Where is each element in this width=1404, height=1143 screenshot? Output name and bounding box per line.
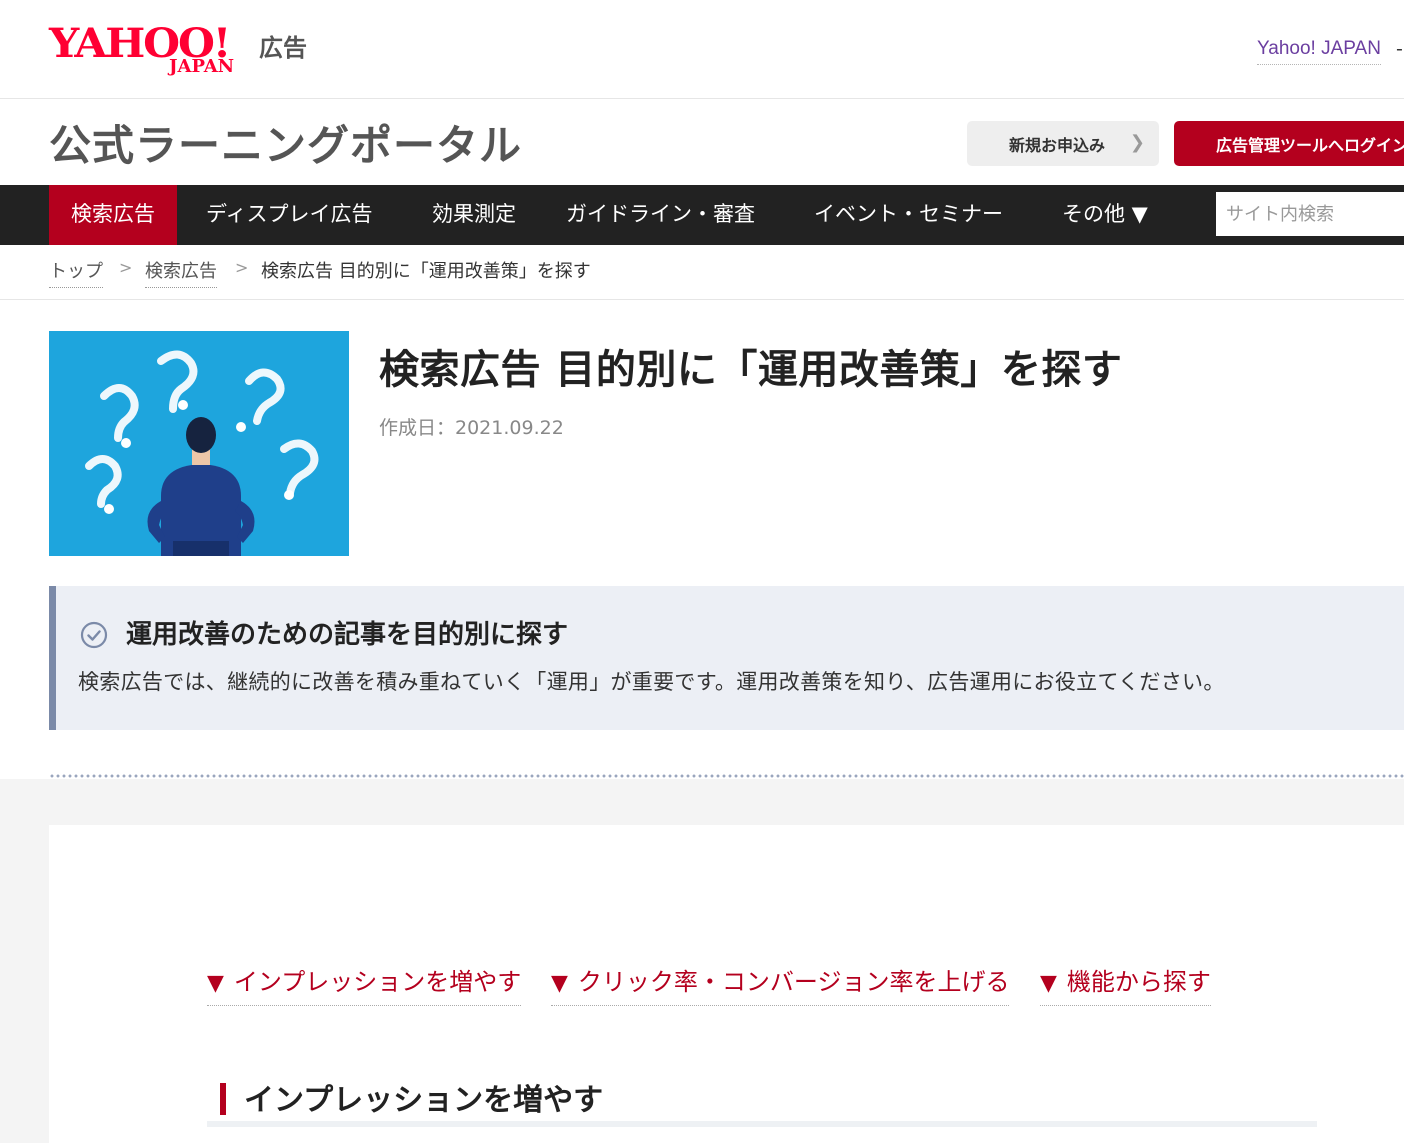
nav-item-events[interactable]: イベント・セミナー [792,185,1025,245]
site-search-input[interactable] [1216,192,1404,236]
section-accent-bar [220,1083,226,1115]
nav-item-search-ads[interactable]: 検索広告 [49,185,177,245]
triangle-down-icon: ▼ [1040,971,1057,996]
anchor-label: 機能から探す [1066,968,1211,996]
anchor-link-ctr-cvr[interactable]: ▼ クリック率・コンバージョン率を上げる [551,962,1010,1006]
logo-japan: JAPAN [169,56,235,77]
info-description: 検索広告では、継続的に改善を積み重ねていく「運用」が重要です。運用改善策を知り、… [78,670,1225,694]
page-title: 検索広告 目的別に「運用改善策」を探す [379,347,1123,393]
nav-item-display-ads[interactable]: ディスプレイ広告 [184,185,395,245]
breadcrumb-current: 検索広告 目的別に「運用改善策」を探す [261,261,591,282]
section-title: インプレッションを増やす [244,1083,604,1118]
anchor-label: クリック率・コンバージョン率を上げる [577,968,1010,996]
yahoo-ads-logo[interactable]: YAHOO! JAPAN 広告 [49,22,319,82]
portal-title[interactable]: 公式ラーニングポータル [49,112,522,173]
header-separator: - [1396,38,1403,60]
login-button[interactable]: 広告管理ツールへログイン [1174,121,1404,166]
created-date: 作成日：2021.09.22 [379,417,564,439]
triangle-down-icon: ▼ [207,971,224,996]
chevron-right-icon: ❯ [1129,132,1145,153]
nav-item-measurement[interactable]: 効果測定 [410,185,538,245]
nav-item-guidelines[interactable]: ガイドライン・審査 [544,185,777,245]
apply-button[interactable]: 新規お申込み ❯ [967,121,1159,166]
login-button-label: 広告管理ツールへログイン [1216,135,1404,155]
section-heading: インプレッションを増やす [207,1075,1317,1127]
breadcrumb-search-ads[interactable]: 検索広告 [145,257,217,288]
apply-button-label: 新規お申込み [1009,135,1106,155]
top-bar: YAHOO! JAPAN 広告 Yahoo! JAPAN - [0,0,1404,99]
divider [0,299,1404,300]
dotted-divider [49,774,1404,778]
hero-image [49,331,349,556]
triangle-down-icon: ▼ [551,971,568,996]
info-title: 運用改善のための記事を目的別に探す [126,620,569,650]
anchor-link-features[interactable]: ▼ 機能から探す [1040,962,1211,1006]
logo-ad-label: 広告 [259,34,307,62]
anchor-label: インプレッションを増やす [233,968,522,996]
global-nav: 検索広告 ディスプレイ広告 効果測定 ガイドライン・審査 イベント・セミナー そ… [0,185,1404,245]
section-underline [207,1121,1317,1127]
anchor-link-impressions[interactable]: ▼ インプレッションを増やす [207,962,522,1006]
yahoo-japan-link[interactable]: Yahoo! JAPAN [1257,38,1381,65]
breadcrumb-separator: > [235,258,249,277]
breadcrumb-separator: > [119,258,133,277]
info-box: 運用改善のための記事を目的別に探す 検索広告では、継続的に改善を積み重ねていく「… [49,586,1404,730]
breadcrumb-top[interactable]: トップ [49,257,103,288]
check-circle-icon [80,621,108,649]
nav-item-other[interactable]: その他 ▼ [1040,185,1170,245]
